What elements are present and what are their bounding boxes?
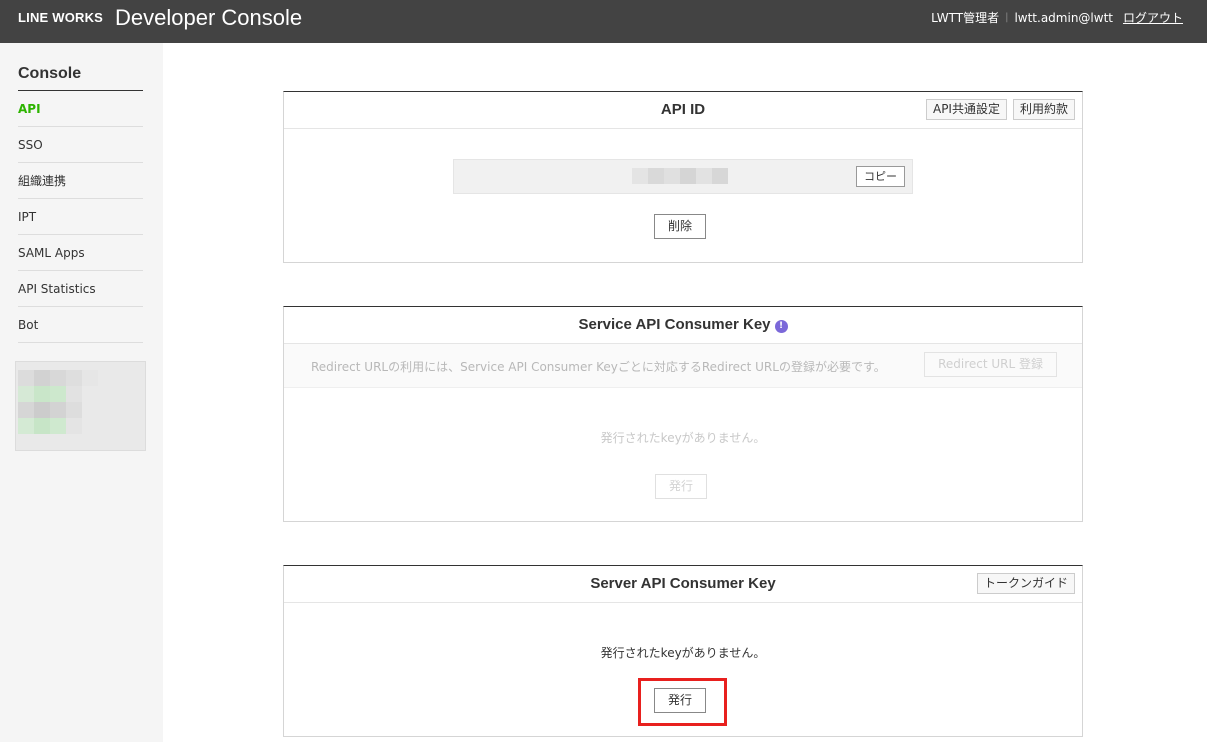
redirect-url-register-button: Redirect URL 登録 bbox=[924, 352, 1057, 377]
sidebar-item-api[interactable]: API bbox=[18, 91, 143, 127]
logout-link[interactable]: ログアウト bbox=[1123, 11, 1183, 25]
sidebar-item-org-sync[interactable]: 組織連携 bbox=[18, 163, 143, 199]
api-id-header: API ID API共通設定 利用約款 bbox=[284, 92, 1082, 129]
divider: | bbox=[1005, 12, 1009, 23]
service-api-key-card: Service API Consumer Key! Redirect URLの利… bbox=[283, 306, 1083, 522]
token-guide-button[interactable]: トークンガイド bbox=[976, 573, 1075, 594]
info-icon[interactable]: ! bbox=[774, 320, 788, 333]
service-key-title: Service API Consumer Key bbox=[578, 316, 771, 333]
sidebar-title: Console bbox=[18, 65, 143, 91]
server-api-key-card: Server API Consumer Key トークンガイド 発行されたkey… bbox=[283, 565, 1083, 737]
app-title: Developer Console bbox=[115, 5, 303, 30]
api-id-title: API ID bbox=[660, 101, 706, 118]
org-name: LWTT管理者 bbox=[931, 11, 1000, 25]
redacted-pixels bbox=[18, 370, 98, 434]
service-key-empty-message: 発行されたkeyがありません。 bbox=[600, 431, 766, 445]
redirect-notice-text: Redirect URLの利用には、Service API Consumer K… bbox=[311, 360, 886, 374]
service-key-issue-button: 発行 bbox=[655, 474, 708, 499]
api-id-field: コピー bbox=[453, 159, 913, 194]
api-common-settings-button[interactable]: API共通設定 bbox=[925, 99, 1007, 120]
server-key-issue-button[interactable]: 発行 bbox=[654, 688, 707, 713]
sidebar-item-ipt[interactable]: IPT bbox=[18, 199, 143, 235]
api-id-actions: API共通設定 利用約款 bbox=[925, 99, 1075, 120]
copy-button[interactable]: コピー bbox=[856, 166, 905, 187]
top-bar: LINE WORKS Developer Console LWTT管理者 | l… bbox=[0, 0, 1207, 43]
brand-logo: LINE WORKS bbox=[18, 10, 104, 25]
server-key-title: Server API Consumer Key bbox=[590, 575, 776, 592]
api-id-card: API ID API共通設定 利用約款 コピー 削除 bbox=[283, 91, 1083, 263]
user-email: lwtt.admin@lwtt bbox=[1014, 11, 1113, 25]
redacted-panel bbox=[15, 361, 146, 451]
api-id-masked-value bbox=[632, 168, 728, 184]
delete-button[interactable]: 削除 bbox=[654, 214, 707, 239]
server-key-empty-message: 発行されたkeyがありません。 bbox=[600, 646, 766, 660]
terms-of-use-button[interactable]: 利用約款 bbox=[1012, 99, 1075, 120]
sidebar-item-saml-apps[interactable]: SAML Apps bbox=[18, 235, 143, 271]
sidebar-nav: API SSO 組織連携 IPT SAML Apps API Statistic… bbox=[18, 91, 143, 343]
sidebar: Console API SSO 組織連携 IPT SAML Apps API S… bbox=[0, 43, 163, 742]
sidebar-item-sso[interactable]: SSO bbox=[18, 127, 143, 163]
sidebar-item-api-statistics[interactable]: API Statistics bbox=[18, 271, 143, 307]
sidebar-item-bot[interactable]: Bot bbox=[18, 307, 143, 343]
server-key-header: Server API Consumer Key トークンガイド bbox=[284, 566, 1082, 603]
server-key-actions: トークンガイド bbox=[976, 573, 1075, 594]
redirect-notice: Redirect URLの利用には、Service API Consumer K… bbox=[284, 344, 1082, 388]
service-key-header: Service API Consumer Key! bbox=[284, 307, 1082, 344]
user-area: LWTT管理者 | lwtt.admin@lwtt ログアウト bbox=[931, 11, 1183, 25]
